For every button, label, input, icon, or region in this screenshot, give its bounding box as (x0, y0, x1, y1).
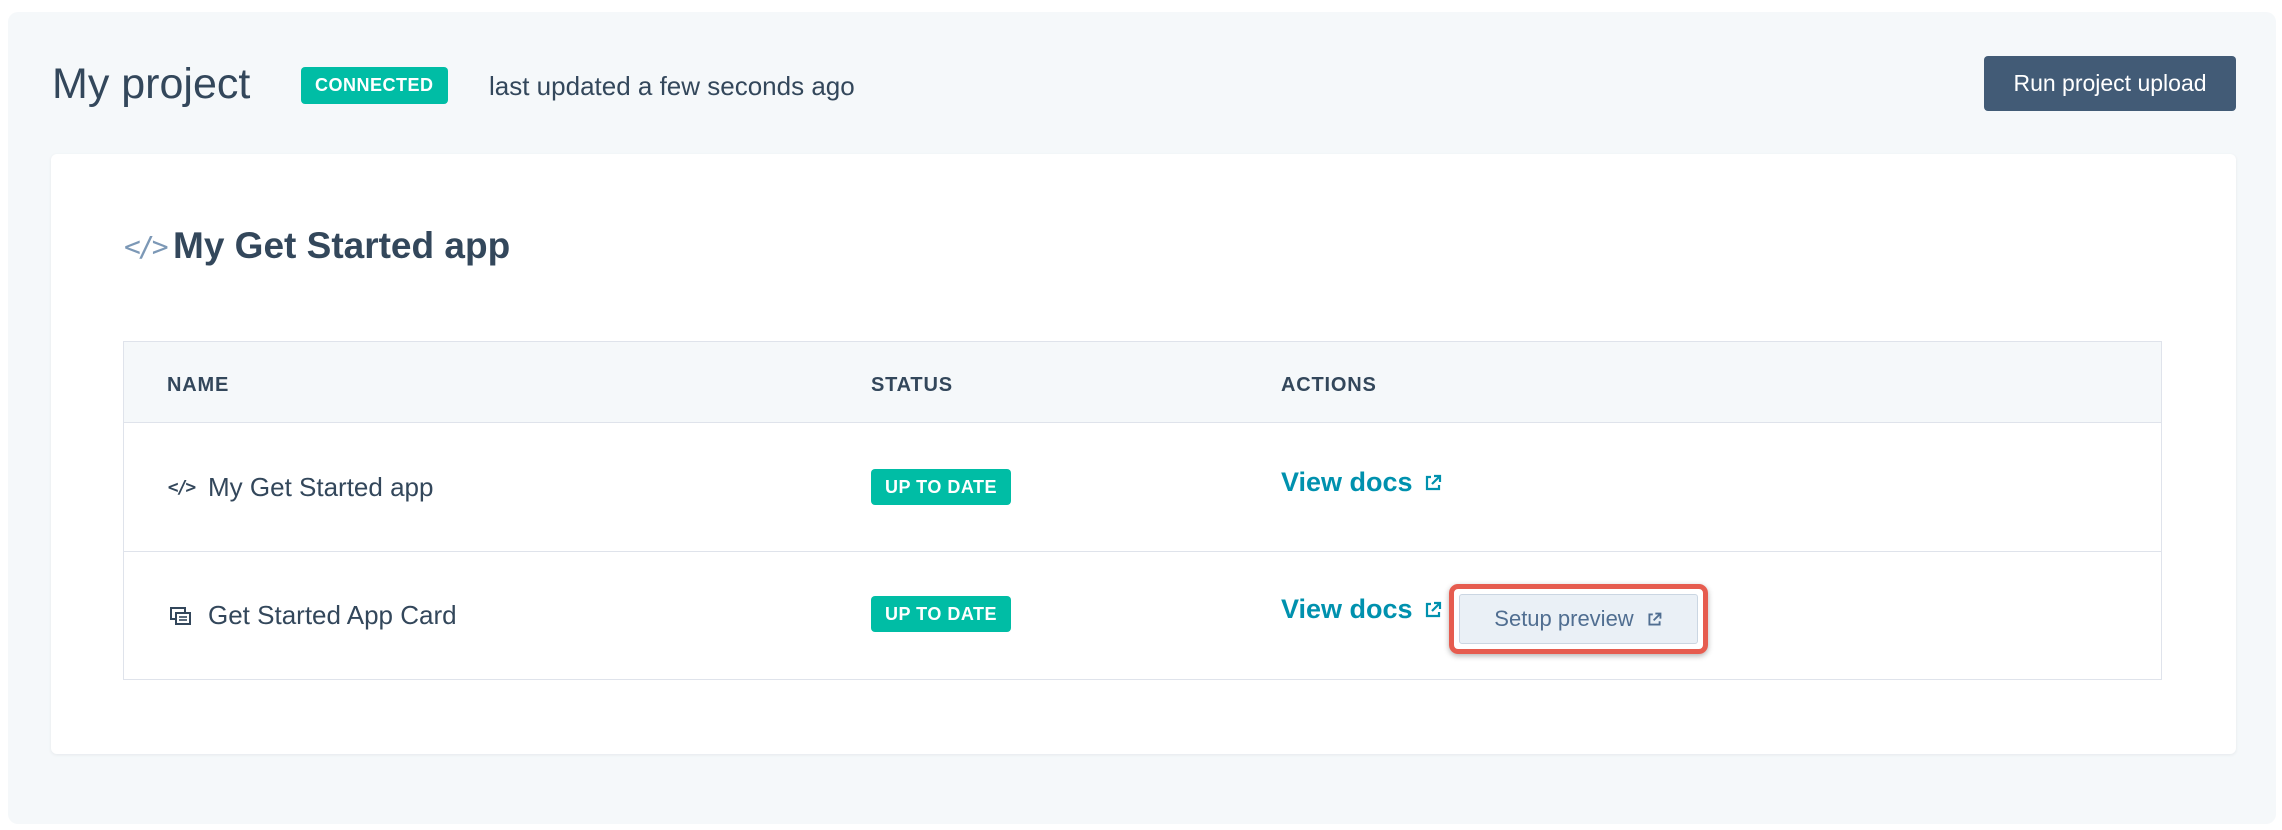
row-name-cell: Get Started App Card (168, 552, 457, 679)
table-row: </> My Get Started app UP TO DATE View d… (124, 423, 2161, 552)
component-name: My Get Started app (208, 471, 434, 502)
code-icon: </> (167, 476, 197, 498)
view-docs-link[interactable]: View docs (1281, 467, 1443, 498)
external-link-icon (1425, 601, 1441, 617)
status-badge: UP TO DATE (871, 469, 1012, 505)
run-project-upload-button[interactable]: Run project upload (1984, 56, 2236, 111)
column-header-actions: ACTIONS (1281, 374, 1377, 396)
view-docs-link[interactable]: View docs (1281, 594, 1443, 625)
row-name-cell: </> My Get Started app (167, 423, 434, 551)
component-name: Get Started App Card (208, 600, 457, 630)
table-row: Get Started App Card UP TO DATE View doc… (124, 552, 2161, 679)
code-icon: </> (124, 230, 169, 263)
column-header-status: STATUS (871, 374, 953, 396)
status-badge: UP TO DATE (871, 596, 1012, 632)
external-link-icon (1648, 612, 1662, 626)
components-table: NAME STATUS ACTIONS </> My Get Started a… (123, 341, 2162, 680)
page-title: My project (52, 60, 251, 108)
connected-status-badge: CONNECTED (301, 67, 448, 104)
view-docs-label: View docs (1281, 467, 1413, 497)
app-title: My Get Started app (173, 225, 511, 266)
table-header: NAME STATUS ACTIONS (124, 342, 2161, 423)
column-header-name: NAME (167, 374, 230, 396)
setup-preview-button[interactable]: Setup preview (1459, 594, 1698, 644)
last-updated-text: last updated a few seconds ago (489, 71, 855, 101)
cards-icon (168, 606, 194, 626)
external-link-icon (1425, 474, 1441, 490)
view-docs-label: View docs (1281, 594, 1413, 624)
setup-preview-label: Setup preview (1494, 606, 1634, 631)
